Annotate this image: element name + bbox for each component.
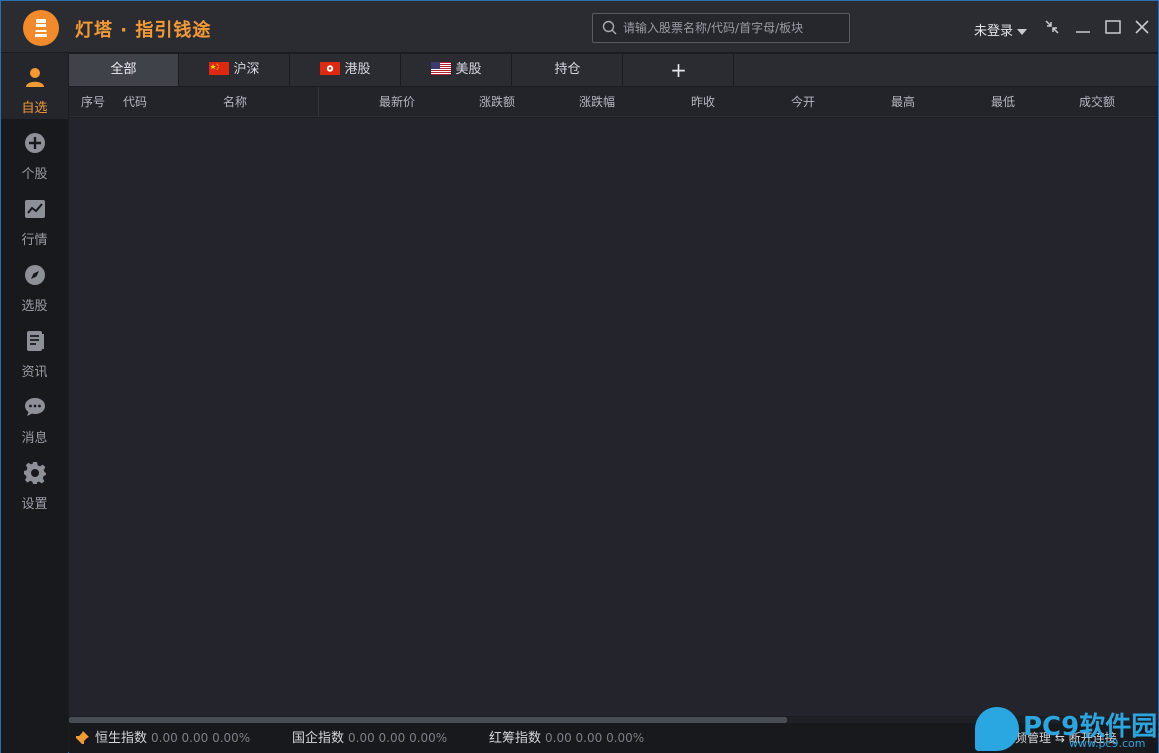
tab-label: 港股 (344, 62, 371, 77)
column-header-name[interactable]: 名称 (223, 87, 319, 117)
watermark-drop-icon (975, 707, 1019, 751)
sidebar-item-label: 选股 (21, 299, 48, 314)
compact-mode-icon[interactable] (1042, 17, 1062, 37)
chevron-down-icon (1017, 28, 1028, 35)
hongkong-flag-icon (320, 62, 341, 75)
index-name: 国企指数 (292, 731, 345, 746)
column-header-code[interactable]: 代码 (123, 87, 147, 117)
watermark-logo: PC9软件园 www.pc9.com (973, 706, 1159, 753)
chat-bubble-icon (25, 398, 45, 416)
sidebar-item-label: 自选 (21, 101, 48, 116)
sidebar-item-news[interactable]: 资讯 (1, 317, 68, 383)
close-icon[interactable] (1132, 17, 1152, 37)
tab-label: 美股 (455, 62, 482, 77)
user-icon (26, 68, 44, 87)
column-header-change[interactable]: 涨跌额 (479, 87, 515, 117)
column-header-low[interactable]: 最低 (991, 87, 1015, 117)
tab-all[interactable]: 全部 (69, 54, 179, 86)
sidebar-item-label: 消息 (21, 431, 48, 446)
index-name: 恒生指数 (95, 731, 148, 746)
tab-label: 沪深 (233, 62, 260, 77)
table-header: 序号 代码 名称 最新价 涨跌额 涨跌幅 昨收 今开 最高 最低 成交额 (69, 87, 1158, 117)
market-tabs: 全部 沪深 港股 美股 持仓 + (69, 54, 1158, 86)
column-header-index[interactable]: 序号 (81, 87, 105, 117)
search-box[interactable] (592, 13, 850, 43)
plus-icon: + (670, 58, 687, 82)
column-header-open[interactable]: 今开 (791, 87, 815, 117)
sidebar-item-settings[interactable]: 设置 (1, 449, 68, 515)
document-icon (27, 331, 44, 351)
gear-icon (24, 462, 46, 484)
sidebar-item-label: 设置 (21, 497, 48, 512)
sidebar: 自选 个股 行情 选股 资讯 消息 设置 (1, 53, 68, 753)
tab-us-stocks[interactable]: 美股 (402, 54, 512, 86)
sidebar-item-messages[interactable]: 消息 (1, 383, 68, 449)
sidebar-item-label: 资讯 (21, 365, 48, 380)
app-window: 灯塔 · 指引钱途 未登录 (0, 0, 1159, 753)
compass-icon (25, 265, 45, 285)
index-value: 0.00 0.00 0.00% (151, 731, 251, 745)
tab-hongkong[interactable]: 港股 (291, 54, 401, 86)
index-value: 0.00 0.00 0.00% (545, 731, 645, 745)
login-dropdown[interactable]: 未登录 (974, 20, 1028, 39)
sidebar-item-watchlist[interactable]: 自选 (1, 53, 68, 119)
title-bar: 灯塔 · 指引钱途 未登录 (1, 1, 1158, 53)
index-value: 0.00 0.00 0.00% (348, 731, 448, 745)
column-header-turnover[interactable]: 成交额 (1079, 87, 1115, 117)
search-input[interactable] (623, 18, 843, 38)
column-header-prev-close[interactable]: 昨收 (691, 87, 715, 117)
maximize-icon[interactable] (1103, 17, 1123, 37)
add-tab-button[interactable]: + (624, 54, 734, 86)
usa-flag-icon (431, 62, 452, 75)
tab-shanghai-shenzhen[interactable]: 沪深 (180, 54, 290, 86)
china-flag-icon (209, 62, 230, 75)
app-title: 灯塔 · 指引钱途 (75, 20, 212, 41)
login-label: 未登录 (974, 24, 1014, 39)
index-red-chip[interactable]: 红筹指数 0.00 0.00 0.00% (489, 723, 644, 753)
watchlist-table-body (69, 118, 1158, 716)
pin-icon[interactable] (74, 730, 90, 746)
sidebar-item-label: 行情 (21, 233, 48, 248)
tab-label: 持仓 (554, 62, 581, 77)
sidebar-item-market[interactable]: 行情 (1, 185, 68, 251)
lighthouse-logo-icon (23, 10, 59, 46)
chart-icon (25, 200, 45, 218)
sidebar-item-screener[interactable]: 选股 (1, 251, 68, 317)
index-h-shares[interactable]: 国企指数 0.00 0.00 0.00% (292, 723, 447, 753)
sidebar-item-stock[interactable]: 个股 (1, 119, 68, 185)
index-name: 红筹指数 (489, 731, 542, 746)
minimize-icon[interactable] (1073, 17, 1093, 37)
plus-circle-icon (25, 133, 45, 153)
tab-holdings[interactable]: 持仓 (513, 54, 623, 86)
column-header-change-percent[interactable]: 涨跌幅 (579, 87, 615, 117)
column-header-high[interactable]: 最高 (891, 87, 915, 117)
column-header-last-price[interactable]: 最新价 (379, 87, 415, 117)
index-hang-seng[interactable]: 恒生指数 0.00 0.00 0.00% (95, 723, 250, 753)
sidebar-item-label: 个股 (21, 167, 48, 182)
watermark-subtext: www.pc9.com (1069, 737, 1146, 750)
tab-label: 全部 (110, 62, 137, 77)
search-icon (602, 20, 617, 35)
